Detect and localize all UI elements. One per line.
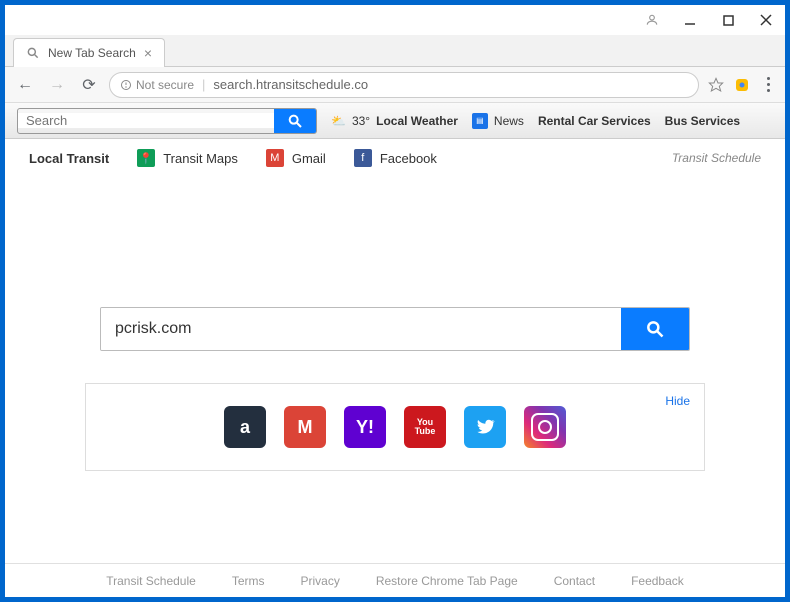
brand-label: Transit Schedule xyxy=(672,151,761,165)
gmail-link[interactable]: M Gmail xyxy=(266,149,326,167)
news-link[interactable]: ▤ News xyxy=(472,113,524,129)
titlebar xyxy=(5,5,785,35)
tab-strip: New Tab Search × xyxy=(5,35,785,67)
instagram-tile[interactable] xyxy=(524,406,566,448)
bus-link[interactable]: Bus Services xyxy=(665,114,740,128)
menu-button[interactable] xyxy=(759,77,777,92)
browser-tab[interactable]: New Tab Search × xyxy=(13,38,165,67)
hide-link[interactable]: Hide xyxy=(665,394,690,408)
main-search-button[interactable] xyxy=(621,308,689,350)
not-secure-label: Not secure xyxy=(136,78,194,92)
quick-links-bar: Local Transit 📍 Transit Maps M Gmail f F… xyxy=(5,139,785,177)
main-search xyxy=(100,307,690,351)
footer-link[interactable]: Feedback xyxy=(631,574,684,588)
user-icon[interactable] xyxy=(645,13,659,27)
facebook-icon: f xyxy=(354,149,372,167)
footer-link[interactable]: Contact xyxy=(554,574,595,588)
extension-toolbar: ⛅ 33° Local Weather ▤ News Rental Car Se… xyxy=(5,103,785,139)
search-icon xyxy=(26,46,40,60)
footer: Transit Schedule Terms Privacy Restore C… xyxy=(5,563,785,597)
footer-link[interactable]: Terms xyxy=(232,574,265,588)
forward-button[interactable]: → xyxy=(45,73,69,97)
page-content: ⛅ 33° Local Weather ▤ News Rental Car Se… xyxy=(5,103,785,597)
local-transit-link[interactable]: Local Transit xyxy=(29,151,109,166)
twitter-tile[interactable] xyxy=(464,406,506,448)
maximize-button[interactable] xyxy=(721,13,735,27)
footer-link[interactable]: Restore Chrome Tab Page xyxy=(376,574,518,588)
gmail-icon: M xyxy=(266,149,284,167)
main-area: Hide a M Y! YouTube xyxy=(5,177,785,563)
rental-link[interactable]: Rental Car Services xyxy=(538,114,651,128)
back-button[interactable]: ← xyxy=(13,73,37,97)
minimize-button[interactable] xyxy=(683,13,697,27)
url-text: search.htransitschedule.co xyxy=(213,77,368,92)
yahoo-tile[interactable]: Y! xyxy=(344,406,386,448)
reload-button[interactable]: ⟳ xyxy=(77,73,101,97)
gmail-tile[interactable]: M xyxy=(284,406,326,448)
pin-icon: 📍 xyxy=(137,149,155,167)
footer-link[interactable]: Transit Schedule xyxy=(106,574,196,588)
youtube-tile[interactable]: YouTube xyxy=(404,406,446,448)
facebook-link[interactable]: f Facebook xyxy=(354,149,437,167)
toolbar-search-input[interactable] xyxy=(18,113,274,128)
extension-icon[interactable] xyxy=(733,76,751,94)
footer-link[interactable]: Privacy xyxy=(301,574,340,588)
toolbar-search xyxy=(17,108,317,134)
browser-toolbar: ← → ⟳ Not secure | search.htransitschedu… xyxy=(5,67,785,103)
transit-maps-link[interactable]: 📍 Transit Maps xyxy=(137,149,238,167)
star-icon[interactable] xyxy=(707,76,725,94)
tab-title: New Tab Search xyxy=(48,46,136,60)
url-bar[interactable]: Not secure | search.htransitschedule.co xyxy=(109,72,699,98)
news-icon: ▤ xyxy=(472,113,488,129)
toolbar-search-button[interactable] xyxy=(274,109,316,133)
tab-close-button[interactable]: × xyxy=(144,45,152,61)
weather-link[interactable]: ⛅ 33° Local Weather xyxy=(331,114,458,128)
weather-icon: ⛅ xyxy=(331,114,346,128)
quick-tiles: Hide a M Y! YouTube xyxy=(85,383,705,471)
close-button[interactable] xyxy=(759,13,773,27)
security-indicator: Not secure xyxy=(120,78,194,92)
amazon-tile[interactable]: a xyxy=(224,406,266,448)
main-search-input[interactable] xyxy=(101,308,621,350)
